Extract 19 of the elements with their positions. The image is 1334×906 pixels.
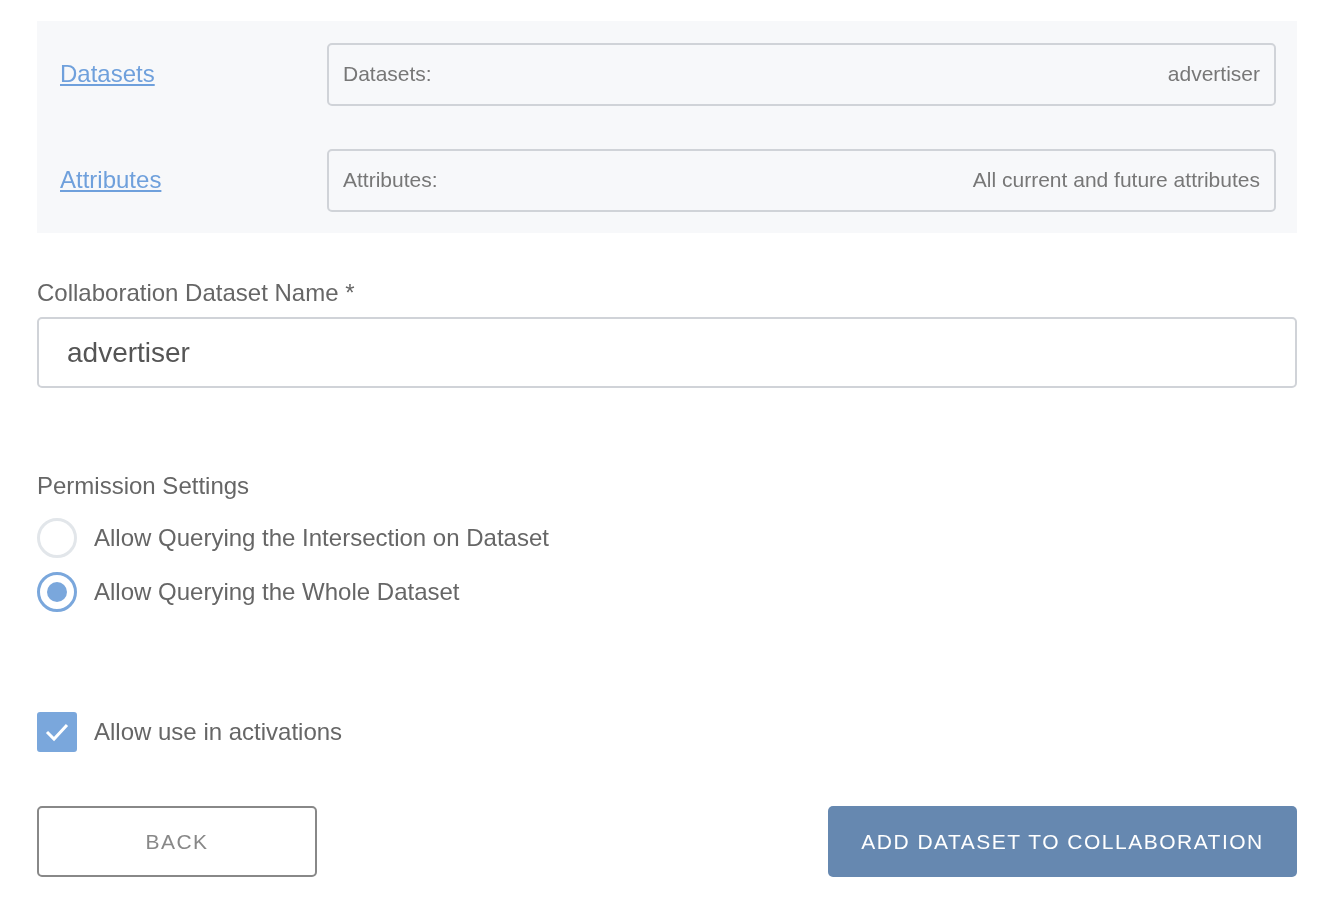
field-value: advertiser <box>1167 61 1260 88</box>
filter-link[interactable]: Datasets <box>60 56 327 92</box>
option-label[interactable]: Allow Querying the Intersection on Dataset <box>94 520 549 556</box>
option-label[interactable]: Allow Querying the Whole Dataset <box>94 574 460 610</box>
name-input[interactable]: advertiser <box>37 317 1297 388</box>
field-label: Datasets: <box>343 61 432 88</box>
selection-field[interactable]: Datasets: advertiser <box>327 42 1276 106</box>
add-button[interactable]: ADD DATASET TO COLLABORATION <box>828 806 1297 877</box>
check-icon <box>44 722 70 742</box>
radio-button[interactable] <box>37 572 77 612</box>
filter-link[interactable]: Attributes <box>60 162 327 198</box>
selection-field[interactable]: Attributes: All current and future attributes <box>327 148 1276 212</box>
field-label: Attributes: <box>343 167 438 194</box>
section-title: Permission Settings <box>37 471 250 501</box>
checkbox[interactable] <box>37 712 77 752</box>
field-value: All current and future attributes <box>972 167 1260 194</box>
back-button[interactable]: BACK <box>37 806 317 877</box>
checkbox-label[interactable]: Allow use in activations <box>94 714 343 750</box>
field-label: Collaboration Dataset Name * <box>37 278 355 308</box>
